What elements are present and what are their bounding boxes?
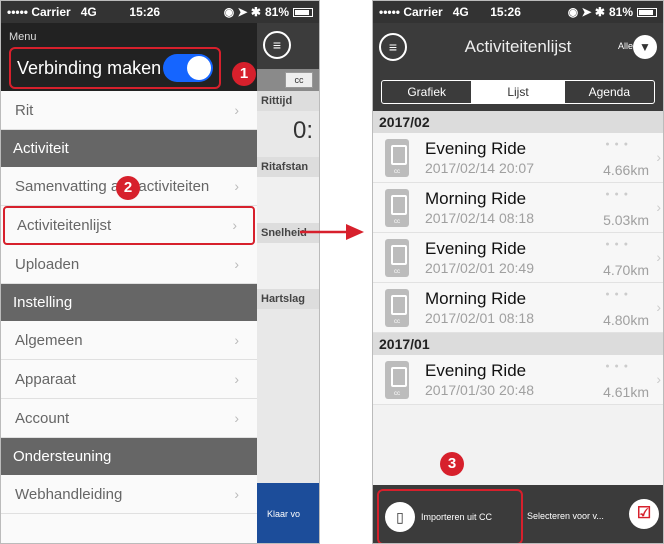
step-badge-3: 3	[440, 452, 464, 476]
step-badge-1: 1	[232, 62, 256, 86]
step-badge-2: 2	[116, 176, 140, 200]
flow-arrow	[300, 224, 364, 240]
